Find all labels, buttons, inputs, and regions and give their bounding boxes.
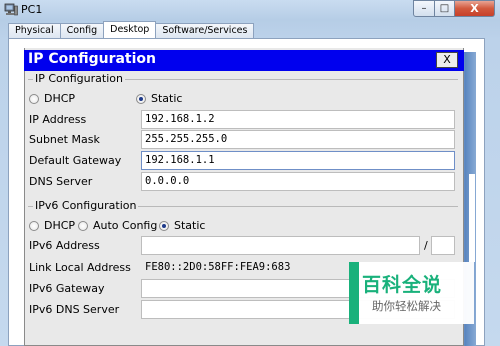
ip-address-label: IP Address	[29, 113, 87, 126]
default-gateway-input[interactable]: 192.168.1.1	[141, 151, 455, 170]
pc-icon	[4, 3, 18, 16]
maximize-button[interactable]: □	[435, 0, 455, 17]
radio-label: Auto Config	[93, 219, 158, 232]
watermark-logo: 百科全说	[362, 274, 443, 296]
default-gateway-label: Default Gateway	[29, 154, 122, 167]
ipv4-dhcp-radio[interactable]: DHCP	[29, 92, 75, 105]
radio-circle-icon	[78, 220, 88, 231]
radio-label: DHCP	[44, 92, 76, 105]
tab-physical[interactable]: Physical	[8, 23, 61, 38]
ipv6-address-label: IPv6 Address	[29, 239, 100, 252]
ipv6-dhcp-radio[interactable]: DHCP	[29, 219, 75, 232]
radio-label: Static	[151, 92, 183, 105]
radio-label: Static	[174, 219, 206, 232]
dns-server-label: DNS Server	[29, 175, 93, 188]
dns-server-input[interactable]: 0.0.0.0	[141, 172, 455, 191]
ipv6-group-label: IPv6 Configuration	[33, 199, 139, 212]
prefix-separator: /	[424, 239, 428, 252]
subnet-mask-label: Subnet Mask	[29, 133, 100, 146]
tab-config[interactable]: Config	[59, 23, 105, 38]
radio-circle-icon	[29, 93, 39, 104]
ipv4-group-label: IP Configuration	[33, 72, 125, 85]
radio-circle-icon	[29, 220, 39, 231]
subnet-mask-input[interactable]: 255.255.255.0	[141, 130, 455, 149]
ip-address-input[interactable]: 192.168.1.2	[141, 110, 455, 129]
dialog-title-bar: IP Configuration X	[24, 50, 464, 71]
dialog-close-button[interactable]: X	[436, 52, 458, 68]
minimize-button[interactable]: –	[413, 0, 435, 17]
watermark-slogan: 助你轻松解决	[372, 299, 441, 313]
ipv6-static-radio[interactable]: Static	[159, 219, 205, 232]
window-title: PC1	[21, 3, 43, 16]
ipv6-auto-config-radio[interactable]: Auto Config	[78, 219, 157, 232]
radio-selected-icon	[159, 220, 169, 231]
tab-desktop[interactable]: Desktop	[103, 21, 157, 38]
close-button[interactable]: X	[455, 0, 495, 17]
radio-selected-icon	[136, 93, 146, 104]
ipv6-dns-server-label: IPv6 DNS Server	[29, 303, 120, 316]
ipv6-prefix-input[interactable]	[431, 236, 455, 255]
title-bar: PC1 – □ X	[0, 0, 500, 20]
tab-software-services[interactable]: Software/Services	[155, 23, 255, 38]
link-local-address-label: Link Local Address	[29, 261, 131, 274]
tab-strip: Physical Config Desktop Software/Service…	[8, 21, 255, 38]
watermark-badge	[349, 262, 359, 324]
ipv6-gateway-label: IPv6 Gateway	[29, 282, 105, 295]
dialog-title: IP Configuration	[28, 51, 156, 67]
ipv6-address-input[interactable]	[141, 236, 420, 255]
radio-label: DHCP	[44, 219, 76, 232]
ipv4-static-radio[interactable]: Static	[136, 92, 182, 105]
